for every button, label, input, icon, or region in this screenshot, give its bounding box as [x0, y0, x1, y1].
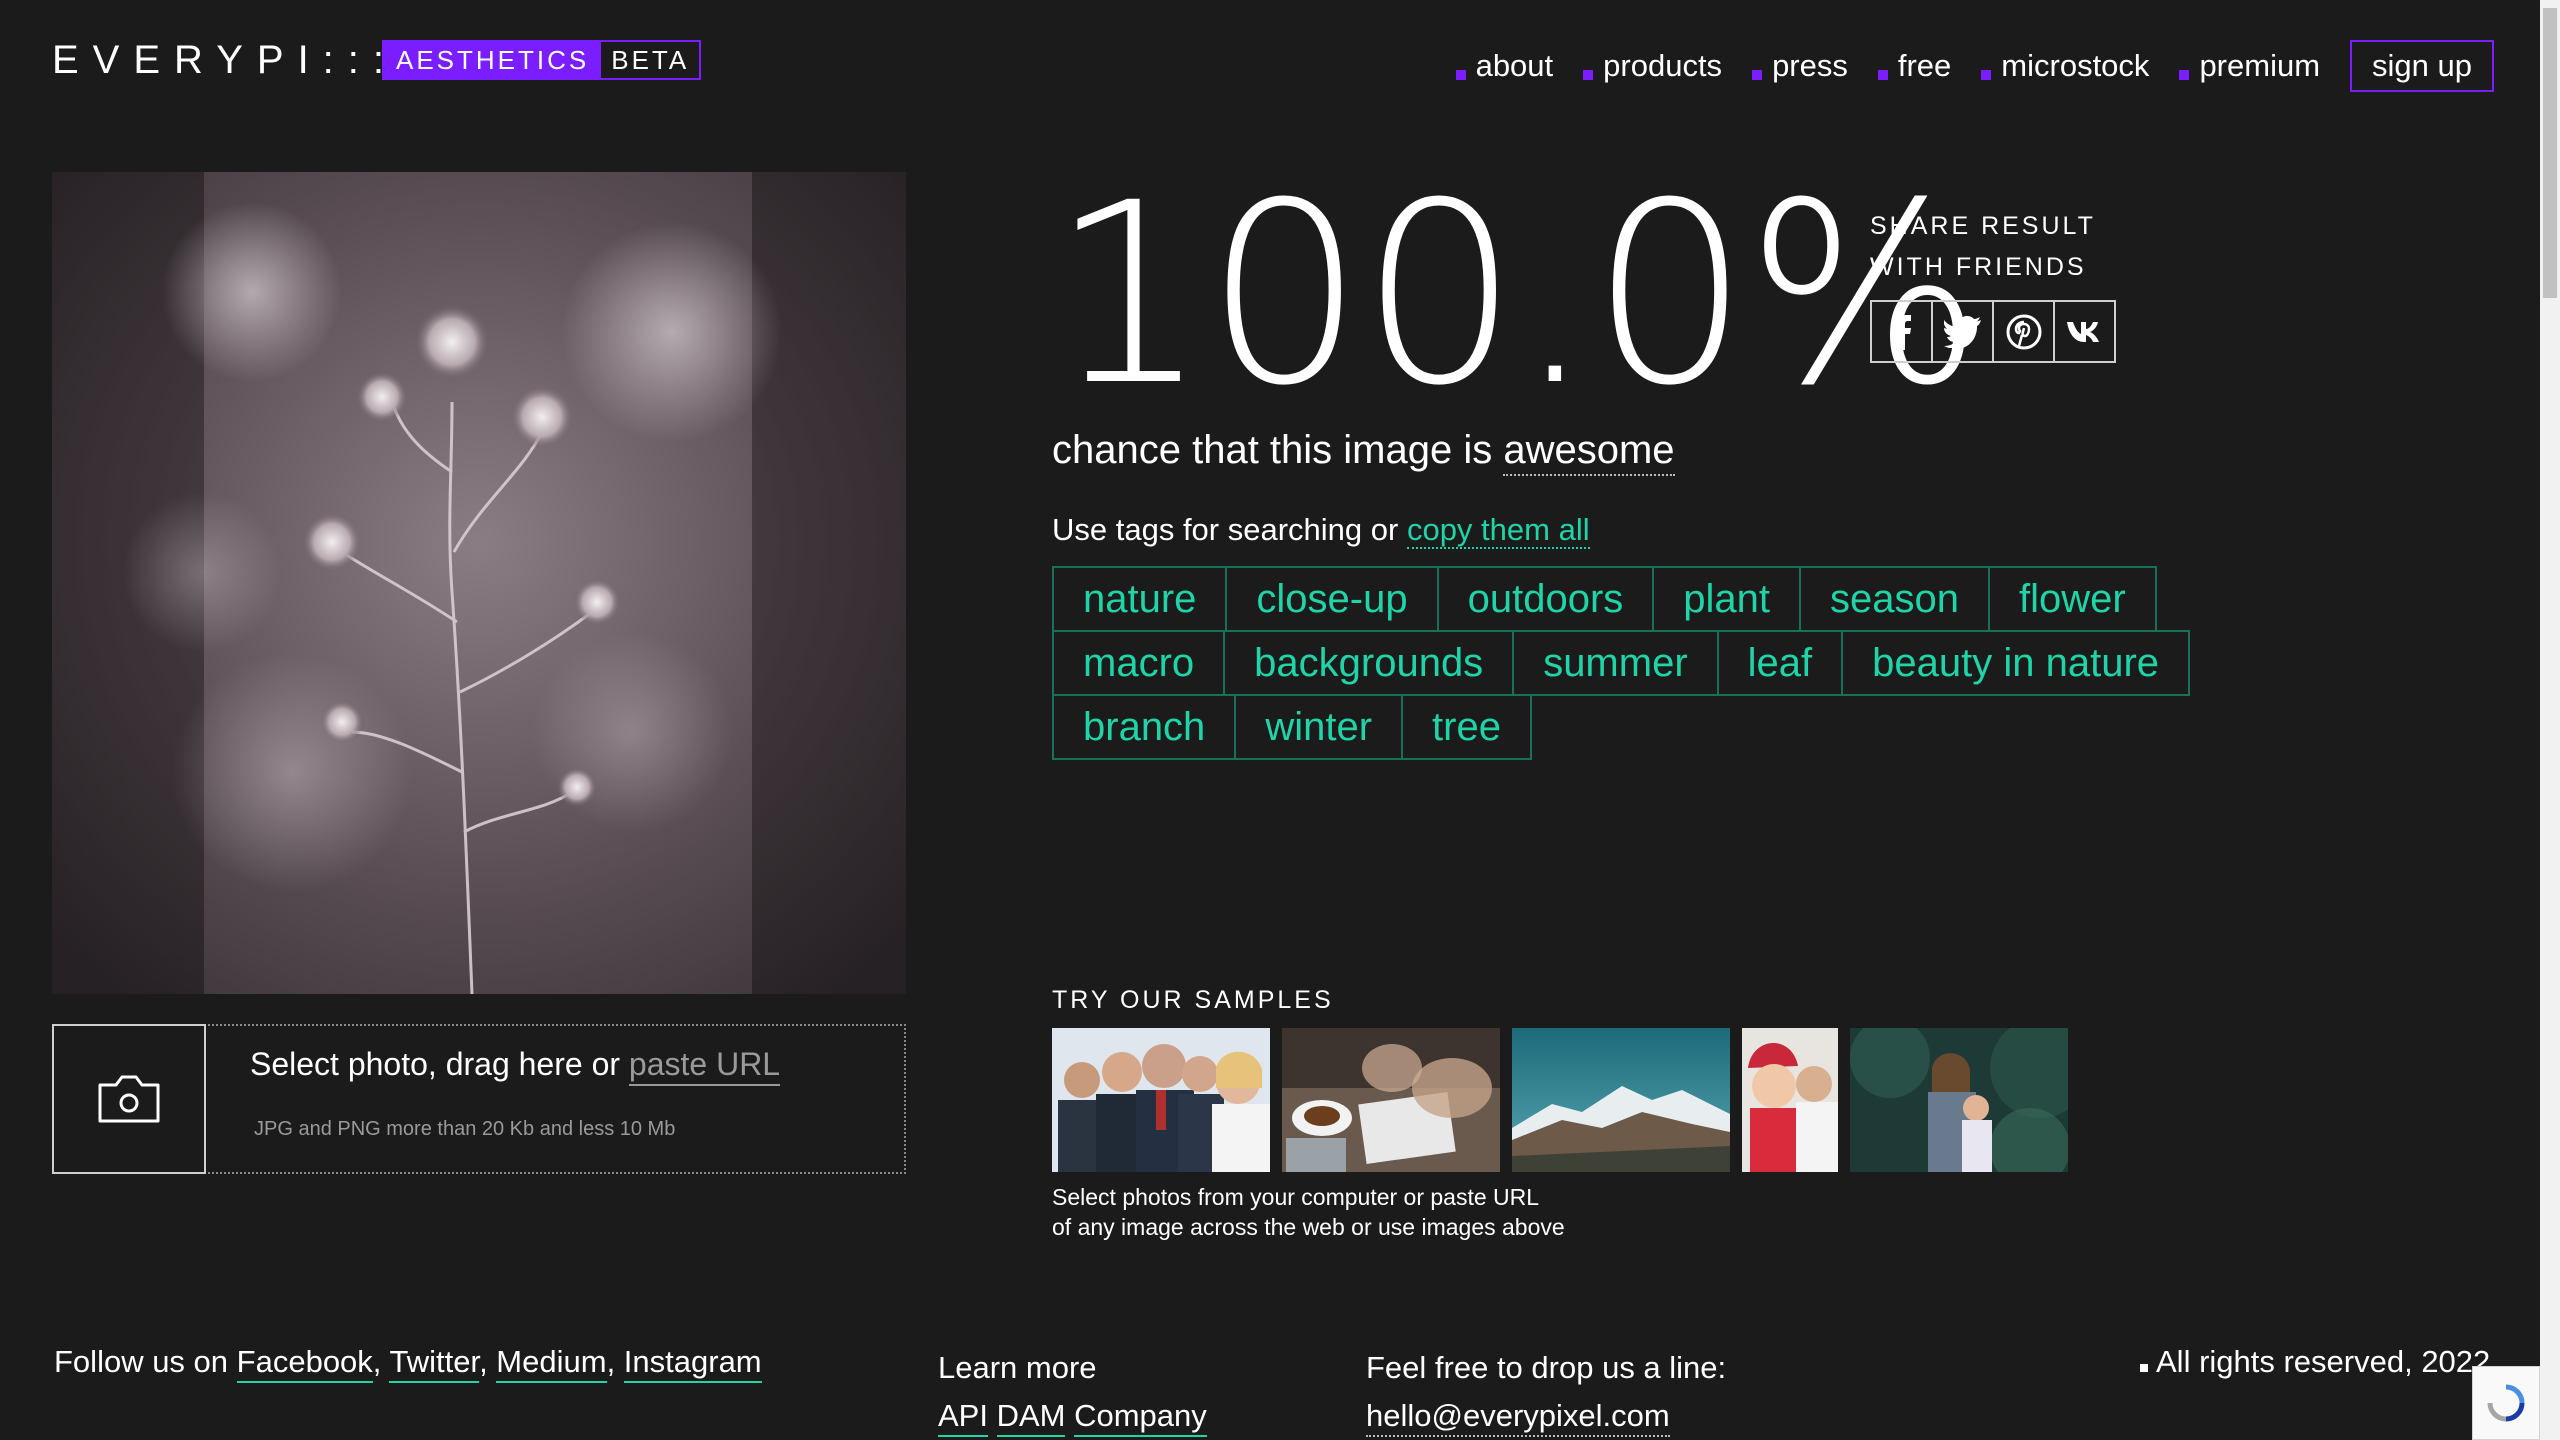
nav-label: premium: [2199, 48, 2321, 83]
analyzed-photo: [52, 172, 906, 994]
copyright-text: All rights reserved, 2022: [2156, 1344, 2491, 1379]
footer-api-link[interactable]: API: [938, 1398, 988, 1437]
upload-hint: JPG and PNG more than 20 Kb and less 10 …: [254, 1118, 676, 1140]
nav-bullet: [1981, 70, 1992, 80]
tag-leaf[interactable]: leaf: [1716, 630, 1844, 696]
nav-press[interactable]: press: [1752, 40, 1848, 92]
tag-summer[interactable]: summer: [1512, 630, 1719, 696]
nav-bullet: [1455, 70, 1466, 80]
recaptcha-icon: [2487, 1384, 2525, 1422]
sample-mountains[interactable]: [1512, 1028, 1730, 1172]
tag-close-up[interactable]: close-up: [1225, 566, 1439, 632]
nav-bullet: [1752, 70, 1763, 80]
nav-bullet: [2179, 70, 2190, 80]
camera-icon: [98, 1075, 160, 1123]
follow-text: Follow us on: [54, 1344, 229, 1379]
footer-copyright: All rights reserved, 2022: [2140, 1344, 2490, 1380]
footer-dam-link[interactable]: DAM: [996, 1398, 1066, 1437]
recaptcha-badge[interactable]: [2472, 1366, 2540, 1440]
tags-hint-text: Use tags for searching or: [1052, 512, 1399, 547]
sample-office-desk[interactable]: [1282, 1028, 1500, 1172]
signup-button[interactable]: sign up: [2350, 40, 2494, 92]
nav-about[interactable]: about: [1455, 40, 1554, 92]
main-nav: about products press free microstock pre…: [1426, 40, 2494, 92]
tags-hint: Use tags for searching or copy them all: [1052, 512, 1590, 549]
logo-aesthetics: AESTHETICS: [384, 42, 602, 78]
footer-email-link[interactable]: hello@everypixel.com: [1366, 1398, 1670, 1437]
pinterest-icon: [2006, 314, 2041, 349]
nav-label: microstock: [2001, 48, 2150, 83]
footer-medium-link[interactable]: Medium: [496, 1344, 607, 1383]
share-vk-button[interactable]: [2053, 300, 2116, 363]
twitter-icon: [1943, 315, 1981, 348]
learn-more-label: Learn more: [938, 1350, 1097, 1385]
tag-season[interactable]: season: [1799, 566, 1991, 632]
share-buttons: [1870, 300, 2116, 363]
sample-images: [1052, 1028, 2080, 1172]
nav-premium[interactable]: premium: [2179, 40, 2320, 92]
nav-products[interactable]: products: [1583, 40, 1722, 92]
result-sentence-text: chance that this image is: [1052, 428, 1493, 472]
logo-badge: AESTHETICS BETA: [382, 40, 702, 80]
rights-bullet: [2140, 1364, 2148, 1372]
tag-beauty-in-nature[interactable]: beauty in nature: [1841, 630, 2191, 696]
scrollbar-thumb[interactable]: [2543, 8, 2557, 298]
share-label: SHARE RESULT WITH FRIENDS: [1870, 206, 2096, 288]
tag-outdoors[interactable]: outdoors: [1436, 566, 1655, 632]
sample-mother-child[interactable]: [1850, 1028, 2068, 1172]
facebook-icon: [1893, 314, 1911, 350]
nav-bullet: [1583, 70, 1594, 80]
footer-company-link[interactable]: Company: [1074, 1398, 1207, 1437]
tag-row: branch winter tree: [1052, 694, 2232, 760]
footer-learn-more: Learn more API DAM Company: [938, 1344, 1207, 1440]
upload-prompt: Select photo, drag here or paste URL: [250, 1046, 781, 1086]
nav-label: about: [1475, 48, 1554, 83]
footer-contact: Feel free to drop us a line: hello@every…: [1366, 1344, 1726, 1440]
tag-tree[interactable]: tree: [1401, 694, 1532, 760]
nav-free[interactable]: free: [1877, 40, 1952, 92]
copy-tags-link[interactable]: copy them all: [1406, 512, 1590, 549]
aesthetic-score: 100.0%: [1050, 149, 1983, 440]
samples-title: TRY OUR SAMPLES: [1052, 986, 1334, 1014]
paste-url-link[interactable]: paste URL: [628, 1046, 781, 1086]
footer-twitter-link[interactable]: Twitter: [389, 1344, 480, 1383]
share-facebook-button[interactable]: [1870, 300, 1933, 363]
tag-row: macro backgrounds summer leaf beauty in …: [1052, 630, 2232, 696]
footer-social: Follow us on Facebook, Twitter, Medium, …: [54, 1344, 762, 1383]
tag-plant[interactable]: plant: [1652, 566, 1802, 632]
nav-microstock[interactable]: microstock: [1981, 40, 2149, 92]
tag-list: nature close-up outdoors plant season fl…: [1052, 566, 2232, 760]
tag-row: nature close-up outdoors plant season fl…: [1052, 566, 2232, 632]
awesome-tooltip-link[interactable]: awesome: [1503, 428, 1675, 476]
footer-facebook-link[interactable]: Facebook: [236, 1344, 373, 1383]
result-sentence: chance that this image is awesome: [1052, 428, 1675, 476]
contact-label: Feel free to drop us a line:: [1366, 1350, 1727, 1385]
tag-winter[interactable]: winter: [1234, 694, 1404, 760]
share-label-line2: WITH FRIENDS: [1870, 253, 2087, 281]
tag-nature[interactable]: nature: [1052, 566, 1228, 632]
camera-upload-button[interactable]: [52, 1024, 206, 1174]
nav-label: press: [1772, 48, 1848, 83]
sample-business-team[interactable]: [1052, 1028, 1270, 1172]
tag-branch[interactable]: branch: [1052, 694, 1237, 760]
share-twitter-button[interactable]: [1931, 300, 1994, 363]
tag-backgrounds[interactable]: backgrounds: [1223, 630, 1515, 696]
samples-caption-line1: Select photos from your computer or past…: [1052, 1184, 1540, 1210]
upload-prompt-text: Select photo, drag here or: [250, 1046, 621, 1082]
vk-icon: [2066, 321, 2099, 342]
samples-caption-line2: of any image across the web or use image…: [1052, 1214, 1565, 1240]
nav-bullet: [1877, 70, 1888, 80]
footer-instagram-link[interactable]: Instagram: [623, 1344, 762, 1383]
nav-label: products: [1603, 48, 1723, 83]
share-pinterest-button[interactable]: [1992, 300, 2055, 363]
samples-caption: Select photos from your computer or past…: [1052, 1182, 1565, 1242]
logo-beta: BETA: [611, 45, 690, 75]
tag-flower[interactable]: flower: [1988, 566, 2157, 632]
share-label-line1: SHARE RESULT: [1870, 212, 2096, 240]
sample-couple-winter[interactable]: [1742, 1028, 1838, 1172]
tag-macro[interactable]: macro: [1052, 630, 1226, 696]
nav-label: free: [1897, 48, 1952, 83]
